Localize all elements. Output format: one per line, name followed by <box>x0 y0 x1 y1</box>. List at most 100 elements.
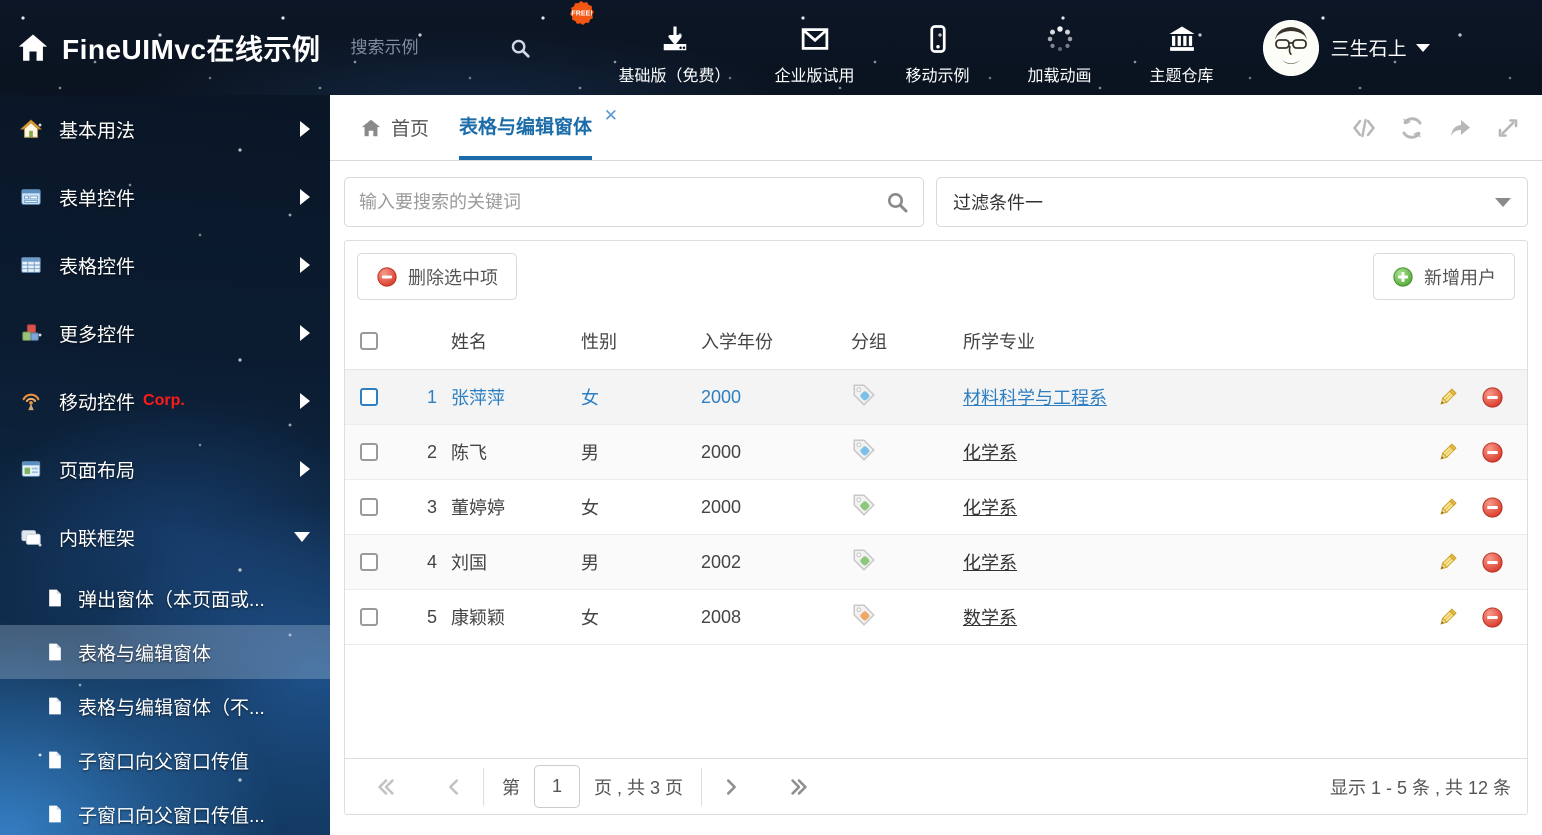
sidebar-subitem-grid-edit-window[interactable]: 表格与编辑窗体 <box>0 625 330 679</box>
sidebar-item-mobile-controls[interactable]: 移动控件 Corp. <box>0 367 330 435</box>
delete-icon[interactable] <box>1481 441 1504 464</box>
nav-item-basic-edition[interactable]: FREE! 基础版（免费） <box>569 0 731 86</box>
sidebar-subitem-label: 子窗口向父窗口传值... <box>78 805 265 827</box>
edit-icon[interactable] <box>1436 496 1459 519</box>
row-number: 2 <box>426 441 437 462</box>
table-row[interactable]: 2 陈飞 男 2000 化学系 <box>345 425 1527 480</box>
tag-icon <box>851 602 963 633</box>
header-nav: FREE! 基础版（免费） 企业版试用 移动示例 加载动画 主题仓库 <box>569 0 1221 86</box>
prev-page-button[interactable] <box>443 776 465 798</box>
sidebar-item-form-controls[interactable]: 表单控件 <box>0 163 330 231</box>
sidebar-subitem-label: 表格与编辑窗体 <box>78 643 212 665</box>
table-row[interactable]: 3 董婷婷 女 2000 化学系 <box>345 480 1527 535</box>
major-link[interactable]: 化学系 <box>963 443 1017 463</box>
user-menu[interactable]: 三生石上 <box>1262 19 1430 76</box>
tab-home[interactable]: 首页 <box>360 95 429 160</box>
filter-dropdown[interactable]: 过滤条件一 <box>936 177 1528 227</box>
sidebar-subitem-label: 子窗口向父窗口传值 <box>78 751 250 773</box>
chevron-right-icon <box>300 121 310 137</box>
delete-icon[interactable] <box>1481 551 1504 574</box>
nav-item-mobile-demo[interactable]: 移动示例 <box>899 10 977 86</box>
major-link[interactable]: 化学系 <box>963 553 1017 573</box>
column-header-name: 姓名 <box>451 331 487 352</box>
nav-item-loading-animation[interactable]: 加载动画 <box>1021 10 1099 86</box>
bank-icon <box>1169 26 1195 51</box>
search-icon[interactable] <box>509 37 531 59</box>
cell-name: 董婷婷 <box>451 498 505 518</box>
table-row[interactable]: 5 康颖颖 女 2008 数学系 <box>345 590 1527 645</box>
sidebar-item-page-layout[interactable]: 页面布局 <box>0 435 330 503</box>
delete-icon[interactable] <box>1481 386 1504 409</box>
select-all-checkbox[interactable] <box>360 331 378 350</box>
cell-name: 刘国 <box>451 553 487 573</box>
cell-gender: 女 <box>581 498 599 518</box>
sidebar-item-more-controls[interactable]: 更多控件 <box>0 299 330 367</box>
sidebar-item-label: 移动控件 <box>59 392 136 414</box>
download-icon <box>663 26 686 50</box>
delete-icon[interactable] <box>1481 606 1504 629</box>
delete-selected-button[interactable]: 删除选中项 <box>357 253 517 300</box>
header-search-input[interactable] <box>350 37 501 58</box>
tab-grid-edit-window[interactable]: 表格与编辑窗体 ✕ <box>459 95 618 160</box>
row-checkbox[interactable] <box>360 608 378 626</box>
sidebar-item-grid-controls[interactable]: 表格控件 <box>0 231 330 299</box>
house-icon <box>20 119 42 138</box>
expand-icon[interactable] <box>1496 116 1520 140</box>
windows-icon <box>21 530 41 545</box>
major-link[interactable]: 材料科学与工程系 <box>963 388 1107 408</box>
sidebar-item-label: 基本用法 <box>59 120 136 142</box>
free-badge-icon: FREE! <box>569 0 594 25</box>
table-row[interactable]: 4 刘国 男 2002 化学系 <box>345 535 1527 590</box>
cell-year: 2000 <box>701 441 742 462</box>
search-icon[interactable] <box>885 190 909 214</box>
edit-icon[interactable] <box>1436 551 1459 574</box>
next-page-button[interactable] <box>720 776 742 798</box>
keyword-search-box[interactable] <box>344 177 924 227</box>
open-new-window-icon[interactable] <box>1448 116 1472 140</box>
edit-icon[interactable] <box>1436 386 1459 409</box>
page-prefix: 第 <box>502 777 520 798</box>
keyword-search-input[interactable] <box>359 191 885 213</box>
row-checkbox[interactable] <box>360 443 378 461</box>
add-user-button[interactable]: 新增用户 <box>1373 253 1515 300</box>
column-header-group: 分组 <box>851 331 887 352</box>
grid-panel: 删除选中项 新增用户 姓名 性别 入学年份 分组 所学专业 1 张萍萍 女 20… <box>344 240 1528 815</box>
sidebar-subitem-child-to-parent[interactable]: 子窗口向父窗口传值 <box>0 733 330 787</box>
header-search[interactable] <box>350 37 531 59</box>
button-label: 新增用户 <box>1424 267 1496 288</box>
row-number: 1 <box>426 386 437 407</box>
user-caret-icon <box>1415 43 1430 52</box>
row-checkbox[interactable] <box>360 388 378 406</box>
close-icon[interactable]: ✕ <box>604 107 618 124</box>
tab-tools <box>1352 95 1542 160</box>
major-link[interactable]: 化学系 <box>963 498 1017 518</box>
major-link[interactable]: 数学系 <box>963 608 1017 628</box>
row-actions <box>1412 386 1527 409</box>
sidebar-subitem-child-to-parent-2[interactable]: 子窗口向父窗口传值... <box>0 787 330 835</box>
nav-item-enterprise-trial[interactable]: 企业版试用 <box>775 10 855 86</box>
edit-icon[interactable] <box>1436 606 1459 629</box>
nav-item-theme-repo[interactable]: 主题仓库 <box>1143 10 1221 86</box>
tab-label: 表格与编辑窗体 <box>459 117 593 138</box>
sidebar-subitem-popup-window[interactable]: 弹出窗体（本页面或... <box>0 571 330 625</box>
source-code-icon[interactable] <box>1352 116 1376 140</box>
row-checkbox[interactable] <box>360 498 378 516</box>
brand[interactable]: FineUIMvc在线示例 <box>16 28 321 68</box>
table-row[interactable]: 1 张萍萍 女 2000 材料科学与工程系 <box>345 370 1527 425</box>
app-title: FineUIMvc在线示例 <box>62 33 321 65</box>
edit-icon[interactable] <box>1436 441 1459 464</box>
sidebar-subitem-grid-edit-window-no[interactable]: 表格与编辑窗体（不... <box>0 679 330 733</box>
last-page-button[interactable] <box>788 776 810 798</box>
chevron-down-icon <box>294 532 310 542</box>
page-number-input[interactable] <box>534 765 580 808</box>
page-icon <box>49 697 61 715</box>
row-number: 3 <box>426 496 437 517</box>
refresh-icon[interactable] <box>1400 116 1424 140</box>
delete-icon[interactable] <box>1481 496 1504 519</box>
chevron-down-icon <box>1495 197 1511 207</box>
mobile-icon <box>929 24 946 53</box>
row-checkbox[interactable] <box>360 553 378 571</box>
first-page-button[interactable] <box>375 776 397 798</box>
sidebar-item-inline-frame[interactable]: 内联框架 <box>0 503 330 571</box>
sidebar-item-basic-usage[interactable]: 基本用法 <box>0 95 330 163</box>
